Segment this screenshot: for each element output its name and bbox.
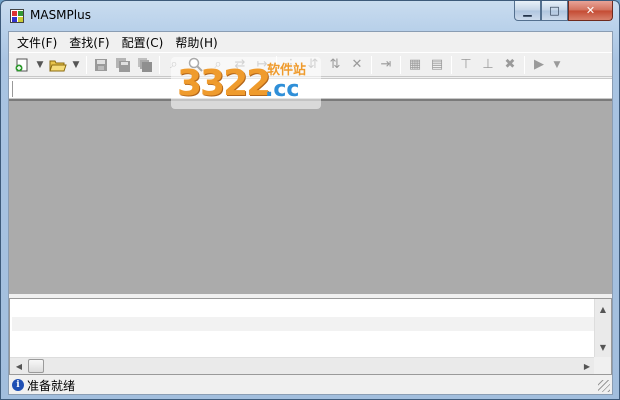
app-icon[interactable] [10,9,24,23]
title-bar[interactable]: MASMPlus ▁ □ ✕ [1,1,619,31]
close-button[interactable]: ✕ [568,1,613,21]
scroll-down-icon[interactable]: ▼ [595,339,611,355]
run-icon: ▶ [534,57,544,72]
indent-button[interactable]: ⇥ [375,54,397,76]
menu-bar: 文件(F) 查找(F) 配置(C) 帮助(H) [9,32,612,51]
dropdown-arrow-icon: ▼ [72,59,80,70]
toolbar-separator [86,55,87,74]
toolbar-separator [524,55,525,74]
stop-debug-button[interactable]: ✖ [499,54,521,76]
open-file-dropdown[interactable]: ▼ [69,54,83,76]
bookmark-clear-icon: ✕ [351,57,363,72]
app-window: MASMPlus ▁ □ ✕ 文件(F) 查找(F) 配置(C) 帮助(H) ▼… [0,0,620,400]
watermark-domain: .cc [265,77,300,102]
info-icon: i [12,379,24,391]
watermark-site-name: 软件站 [267,63,307,78]
caption-buttons: ▁ □ ✕ [514,1,613,21]
new-file-button[interactable] [11,54,33,76]
build-icon: ▤ [430,57,444,72]
maximize-button[interactable]: □ [541,1,568,21]
scroll-thumb[interactable] [28,359,44,373]
open-folder-icon [49,60,67,71]
menu-find[interactable]: 查找(F) [63,32,115,51]
scroll-up-icon[interactable]: ▲ [595,301,611,317]
calculator-button[interactable]: ▦ [404,54,426,76]
watermark-number: 3322 [177,63,271,104]
output-horizontal-scrollbar[interactable]: ◀ ▶ [10,357,596,374]
save-button[interactable] [90,54,112,76]
run-dropdown[interactable]: ▼ [550,54,564,76]
indent-icon: ⇥ [380,57,392,72]
save-as-button[interactable] [112,54,134,76]
bookmark-clear-button[interactable]: ✕ [346,54,368,76]
toolbar-grip[interactable] [12,81,13,97]
output-selected-line[interactable] [12,317,595,331]
stop-icon: ✖ [504,57,516,72]
output-panel[interactable]: ▲ ▼ ◀ ▶ [9,298,612,375]
document-area[interactable] [9,99,612,294]
new-file-dropdown[interactable]: ▼ [33,54,47,76]
toolbar-separator [371,55,372,74]
resize-grip-icon[interactable] [598,380,610,392]
menu-file[interactable]: 文件(F) [11,32,63,51]
output-vertical-scrollbar[interactable]: ▲ ▼ [594,299,611,357]
maximize-icon: □ [549,4,560,17]
scroll-corner [594,357,611,374]
status-bar: i 准备就绪 [9,376,612,394]
toolbar-separator [159,55,160,74]
minimize-icon: ▁ [523,4,532,17]
step-over-button[interactable]: ⊥ [477,54,499,76]
save-all-button[interactable] [134,54,156,76]
menu-config[interactable]: 配置(C) [116,32,170,51]
step-into-icon: ⊤ [460,57,472,72]
scroll-left-icon[interactable]: ◀ [11,358,27,374]
step-into-button[interactable]: ⊤ [455,54,477,76]
window-title: MASMPlus [30,8,91,22]
open-file-button[interactable] [47,54,69,76]
save-as-icon [116,57,130,72]
bookmark-prev-button[interactable]: ⇅ [324,54,346,76]
menu-help[interactable]: 帮助(H) [169,32,223,51]
new-file-icon [15,58,28,71]
status-text: 准备就绪 [27,378,76,393]
save-icon [95,58,107,71]
dropdown-arrow-icon: ▼ [36,59,44,70]
toolbar-separator [451,55,452,74]
toolbar-separator [400,55,401,74]
scroll-right-icon[interactable]: ▶ [579,358,595,374]
watermark-logo: 3322 软件站 .cc [171,57,321,109]
dropdown-arrow-icon: ▼ [553,59,561,70]
close-icon: ✕ [585,4,596,17]
run-button[interactable]: ▶ [528,54,550,76]
compile-button[interactable]: ▤ [426,54,448,76]
step-over-icon: ⊥ [482,57,494,72]
save-all-icon [138,57,152,72]
bookmark-prev-icon: ⇅ [329,57,341,72]
calculator-icon: ▦ [408,57,422,72]
minimize-button[interactable]: ▁ [514,1,541,21]
